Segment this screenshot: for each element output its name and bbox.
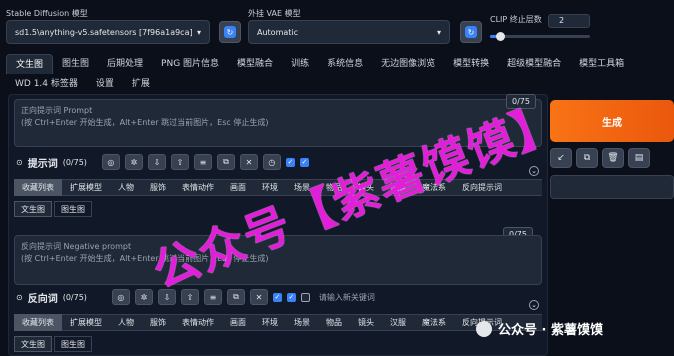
style-tools: ↙ ⧉ 🗑 ▤ [550, 148, 650, 168]
collapse-icon[interactable]: ⊙ [16, 293, 23, 302]
sub-tabs: 文生图 图生图 [14, 336, 92, 352]
sd-model-label: Stable Diffusion 模型 [6, 9, 88, 18]
copy-icon[interactable]: ⧉ [216, 154, 235, 170]
keyword-input[interactable]: 请输入新关键词 [319, 292, 375, 303]
main-tabs-row1: 文生图 图生图 后期处理 PNG 图片信息 模型融合 训练 系统信息 无边图像浏览 模型转换 超级… [6, 54, 633, 74]
tab-11[interactable]: WD 1.4 标签器 [6, 74, 87, 94]
trash-icon[interactable]: ✕ [239, 154, 258, 170]
tab-0[interactable]: 文生图 [6, 54, 54, 74]
refresh-vae-button[interactable]: ↻ [460, 21, 482, 43]
category-tab[interactable]: 汉服 [382, 314, 414, 331]
category-tab[interactable]: 服饰 [142, 314, 174, 331]
refresh-icon: ↻ [465, 26, 477, 38]
gear-icon[interactable]: ✲ [124, 154, 143, 170]
trash-icon[interactable]: ✕ [249, 289, 268, 305]
refresh-model-button[interactable]: ↻ [219, 21, 241, 43]
category-tabs: 收藏列表扩展模型人物服饰表情动作画面环境场景物品镜头汉服魔法系反向提示词 [14, 314, 542, 331]
chevron-down-icon: ▾ [196, 27, 201, 37]
tab-6[interactable]: 系统信息 [318, 54, 372, 74]
chevron-down-icon: ▾ [436, 27, 441, 37]
category-tab[interactable]: 画面 [222, 179, 254, 196]
generate-button[interactable]: 生成 [550, 100, 674, 142]
prompt-toolbar: ⊙ 提示词 (0/75) ◎ ✲ ⇩ ⇧ ≡ ⧉ ✕ ◷ ✓ ✓ [16, 154, 309, 170]
category-tab[interactable]: 人物 [110, 179, 142, 196]
expand-circle-icon[interactable]: ⌄ [529, 166, 539, 176]
watermark-footer-text: 公众号 · 紫薯馍馍 [498, 323, 603, 338]
import-icon[interactable]: ⇩ [147, 154, 166, 170]
category-tab[interactable]: 表情动作 [174, 179, 222, 196]
category-tab[interactable]: 物品 [318, 314, 350, 331]
tab-4[interactable]: 模型融合 [228, 54, 282, 74]
tab-1[interactable]: 图生图 [53, 54, 98, 74]
vae-value: Automatic [257, 27, 299, 37]
category-tab[interactable]: 魔法系 [414, 314, 454, 331]
sd-model-value: sd1.5\anything-v5.safetensors [7f96a1a9c… [15, 27, 193, 37]
clip-slider-track[interactable] [490, 32, 590, 41]
main-tabs-row2: WD 1.4 标签器 设置 扩展 [6, 74, 159, 94]
negative-toolbar: ⊙ 反向词 (0/75) ◎ ✲ ⇩ ⇧ ≡ ⧉ ✕ ✓ ✓ 请输入新关键词 [16, 289, 375, 305]
category-tab[interactable]: 表情动作 [174, 314, 222, 331]
sub-tab[interactable]: 图生图 [54, 201, 92, 217]
list-icon[interactable]: ≡ [193, 154, 212, 170]
category-tab[interactable]: 扩展模型 [62, 179, 110, 196]
vae-label: 外挂 VAE 模型 [248, 9, 301, 18]
refresh-icon: ↻ [224, 26, 236, 38]
category-tab[interactable]: 场景 [286, 314, 318, 331]
checkbox-autocomplete[interactable]: ✓ [286, 292, 296, 302]
trash-icon[interactable]: 🗑 [602, 148, 624, 168]
category-tab[interactable]: 收藏列表 [14, 179, 62, 196]
copy-icon[interactable]: ⧉ [576, 148, 598, 168]
sd-model-select[interactable]: sd1.5\anything-v5.safetensors [7f96a1a9c… [6, 20, 210, 44]
category-tab[interactable]: 人物 [110, 314, 142, 331]
prompt-title-count: (0/75) [62, 157, 87, 167]
tab-8[interactable]: 模型转换 [444, 54, 498, 74]
sub-tabs: 文生图 图生图 [14, 201, 92, 217]
copy-icon[interactable]: ⧉ [226, 289, 245, 305]
styles-dropdown[interactable] [550, 175, 674, 199]
tab-13[interactable]: 扩展 [123, 74, 159, 94]
negative-title: 反向词 [27, 293, 58, 305]
category-tab[interactable]: 镜头 [350, 314, 382, 331]
sub-tab[interactable]: 文生图 [14, 336, 52, 352]
tab-3[interactable]: PNG 图片信息 [152, 54, 228, 74]
prompt-title: 提示词 [27, 158, 58, 170]
prompt-placeholder-1: 正向提示词 Prompt [21, 106, 93, 115]
globe-icon[interactable]: ◎ [111, 289, 130, 305]
checkbox-translate[interactable]: ✓ [285, 157, 295, 167]
tab-7[interactable]: 无边图像浏览 [372, 54, 444, 74]
sub-tab[interactable]: 图生图 [54, 336, 92, 352]
history-icon[interactable]: ◷ [262, 154, 281, 170]
watermark-footer: 公众号 · 紫薯馍馍 [476, 319, 603, 338]
tab-9[interactable]: 超级模型融合 [498, 54, 570, 74]
tab-2[interactable]: 后期处理 [98, 54, 152, 74]
clipboard-icon[interactable]: ▤ [628, 148, 650, 168]
tab-10[interactable]: 模型工具箱 [570, 54, 633, 74]
negative-title-count: (0/75) [62, 292, 87, 302]
gear-icon[interactable]: ✲ [134, 289, 153, 305]
vae-select[interactable]: Automatic ▾ [248, 20, 450, 44]
globe-icon[interactable]: ◎ [101, 154, 120, 170]
sub-tab[interactable]: 文生图 [14, 201, 52, 217]
checkbox-translate[interactable]: ✓ [272, 292, 282, 302]
checkbox-extra[interactable] [300, 292, 310, 302]
category-tab[interactable]: 环境 [254, 314, 286, 331]
checkbox-autocomplete[interactable]: ✓ [299, 157, 309, 167]
category-tab[interactable]: 扩展模型 [62, 314, 110, 331]
category-tab[interactable]: 画面 [222, 314, 254, 331]
tab-12[interactable]: 设置 [87, 74, 123, 94]
expand-circle-icon[interactable]: ⌄ [529, 300, 539, 310]
clip-label: CLIP 终止层数 [490, 15, 542, 24]
collapse-icon[interactable]: ⊙ [16, 158, 23, 167]
wechat-icon [476, 320, 492, 337]
category-tab[interactable]: 服饰 [142, 179, 174, 196]
clip-slider-thumb[interactable] [496, 32, 505, 41]
clip-number-input[interactable]: 2 [548, 14, 590, 28]
export-icon[interactable]: ⇧ [170, 154, 189, 170]
category-tab[interactable]: 收藏列表 [14, 314, 62, 331]
tab-5[interactable]: 训练 [282, 54, 318, 74]
list-icon[interactable]: ≡ [203, 289, 222, 305]
